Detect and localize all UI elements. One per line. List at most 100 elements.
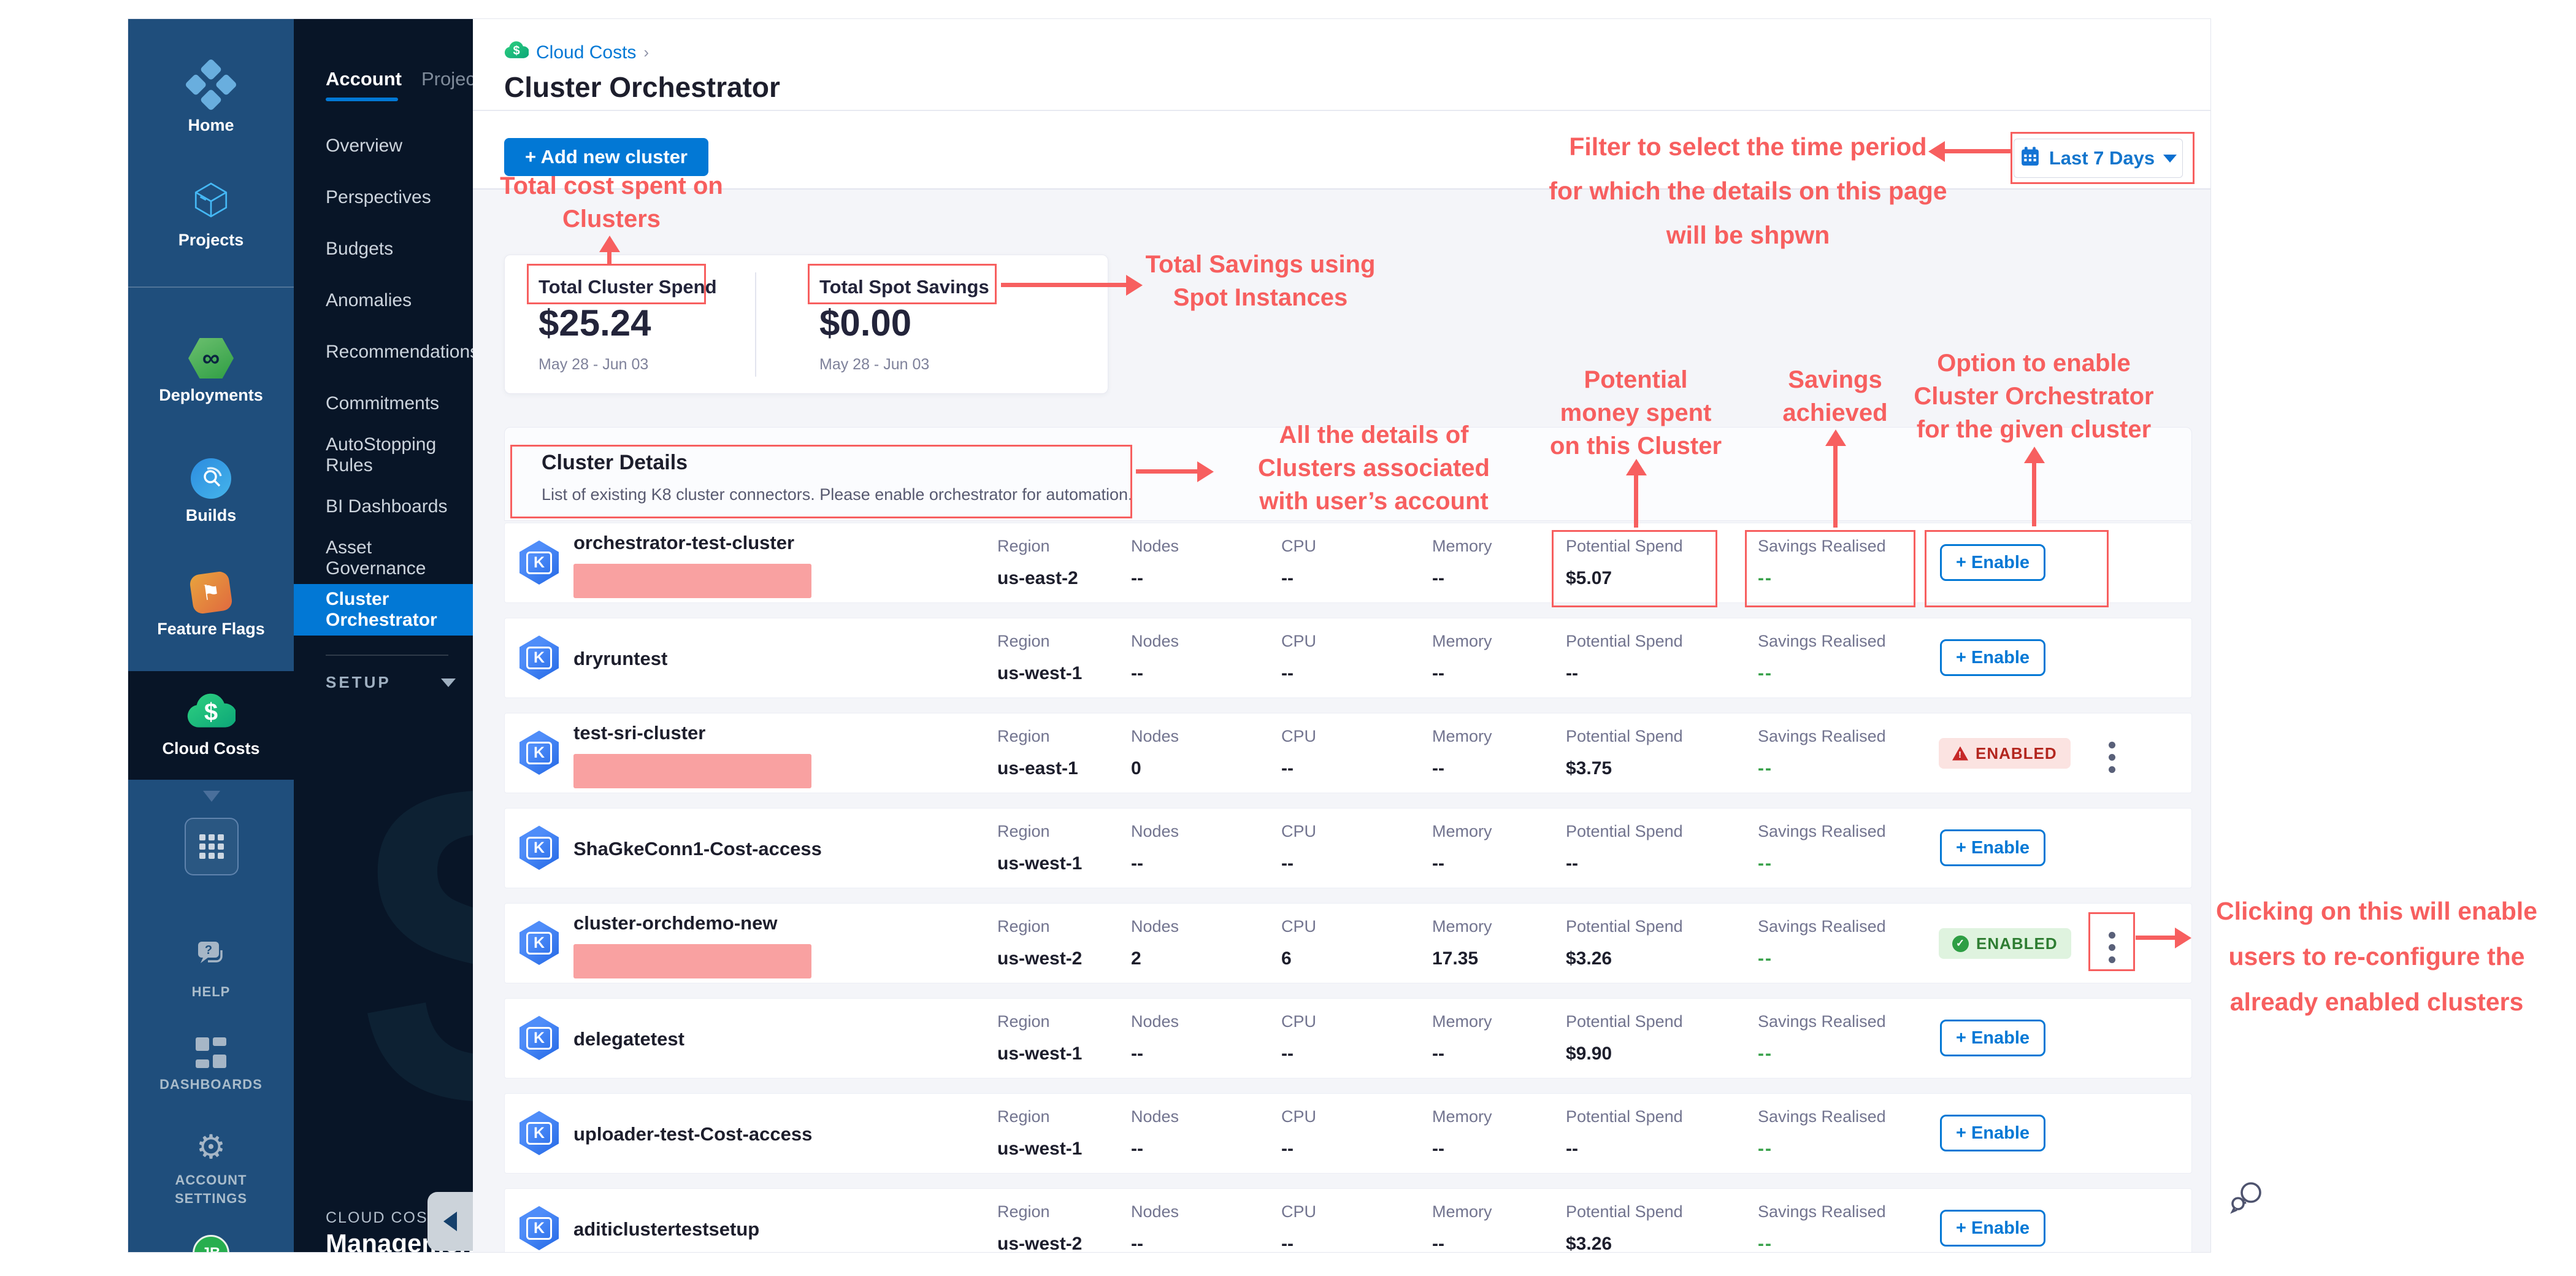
enable-button[interactable]: + Enable <box>1940 829 2045 866</box>
cluster-name: ShaGkeConn1-Cost-access <box>573 838 822 860</box>
total-spot-savings-value: $0.00 <box>819 302 911 344</box>
tab-account[interactable]: Account <box>326 68 402 90</box>
cell-value: 0 <box>1131 758 1179 779</box>
user-avatar[interactable]: JB <box>193 1235 229 1253</box>
panes-icon <box>196 1037 226 1068</box>
rail-chevron-down-icon[interactable] <box>203 791 220 802</box>
breadcrumb-link[interactable]: Cloud Costs <box>536 42 636 63</box>
sidebar-collapse-button[interactable] <box>427 1192 473 1251</box>
cell-potential-spend: Potential Spend$3.75 <box>1566 727 1683 779</box>
cell-value: -- <box>1432 1139 1492 1159</box>
nav-builds[interactable]: Builds <box>128 458 294 525</box>
sidebar-item-commitments[interactable]: Commitments <box>294 378 473 429</box>
cell-nodes: Nodes2 <box>1131 917 1179 969</box>
column-label: Memory <box>1432 917 1492 936</box>
cell-region: Regionus-west-1 <box>997 1012 1082 1064</box>
column-label: Savings Realised <box>1758 1202 1886 1221</box>
sidebar-item-asset-governance[interactable]: Asset Governance <box>294 532 473 584</box>
cell-value: us-east-1 <box>997 758 1078 779</box>
total-cluster-spend-period: May 28 - Jun 03 <box>539 356 648 374</box>
cell-value: -- <box>1758 1234 1886 1253</box>
cluster-name: aditiclustertestsetup <box>573 1218 759 1240</box>
cell-value: -- <box>1432 568 1492 589</box>
sidebar-item-perspectives[interactable]: Perspectives <box>294 172 473 223</box>
cell-potential-spend: Potential Spend-- <box>1566 632 1683 684</box>
sidebar-item-recommendations[interactable]: Recommendations <box>294 326 473 378</box>
nav-account-settings[interactable]: ⚙ ACCOUNT SETTINGS <box>128 1131 294 1208</box>
cell-value: -- <box>1432 758 1492 779</box>
column-label: CPU <box>1281 537 1316 556</box>
cell-value: -- <box>1758 568 1886 589</box>
nav-projects[interactable]: Projects <box>128 180 294 250</box>
nav-home[interactable]: Home <box>128 67 294 135</box>
cell-value: $3.75 <box>1566 758 1683 779</box>
cell-potential-spend: Potential Spend$9.90 <box>1566 1012 1683 1064</box>
svg-text:$: $ <box>204 699 218 726</box>
enable-button[interactable]: + Enable <box>1940 1115 2045 1151</box>
column-label: CPU <box>1281 632 1316 651</box>
sidebar-item-budgets[interactable]: Budgets <box>294 223 473 275</box>
enable-button[interactable]: + Enable <box>1940 1210 2045 1247</box>
cell-potential-spend: Potential Spend$3.26 <box>1566 917 1683 969</box>
column-label: Savings Realised <box>1758 822 1886 841</box>
column-label: Savings Realised <box>1758 917 1886 936</box>
toolbar: + Add new cluster Last 7 Days <box>473 112 2211 190</box>
nav-deployments[interactable]: ∞ Deployments <box>128 338 294 405</box>
cluster-name: cluster-orchdemo-new <box>573 912 777 934</box>
cell-value: $3.26 <box>1566 1234 1683 1253</box>
sidebar-item-cluster-orchestrator[interactable]: Cluster Orchestrator <box>294 584 473 636</box>
cell-value: -- <box>1758 663 1886 684</box>
column-label: Region <box>997 917 1082 936</box>
page-title: Cluster Orchestrator <box>504 71 780 104</box>
cluster-name: test-sri-cluster <box>573 722 705 744</box>
nav-help-label: HELP <box>192 983 231 1001</box>
nav-feature-flags[interactable]: ⚑ Feature Flags <box>128 573 294 639</box>
nav-dashboards[interactable]: DASHBOARDS <box>128 1037 294 1094</box>
cluster-table: K orchestrator-test-cluster + Enable !EN… <box>504 523 2192 1253</box>
module-picker-button[interactable] <box>185 818 239 875</box>
cluster-row: K ShaGkeConn1-Cost-access + Enable !ENAB… <box>504 808 2192 888</box>
cell-nodes: Nodes-- <box>1131 632 1179 684</box>
nav-help[interactable]: ? HELP <box>128 939 294 1001</box>
cell-memory: Memory-- <box>1432 632 1492 684</box>
sidebar-item-anomalies[interactable]: Anomalies <box>294 275 473 326</box>
cell-region: Regionus-west-1 <box>997 632 1082 684</box>
nav-account-settings-label: ACCOUNT SETTINGS <box>175 1171 247 1208</box>
cluster-row: K delegatetest + Enable !ENABLED ✓ENABLE… <box>504 998 2192 1078</box>
kubernetes-cluster-icon: K <box>519 921 559 965</box>
enable-button[interactable]: + Enable <box>1940 639 2045 676</box>
add-new-cluster-button[interactable]: + Add new cluster <box>504 138 708 176</box>
sidebar-item-autostopping-rules[interactable]: AutoStopping Rules <box>294 429 473 481</box>
sidebar-item-bi-dashboards[interactable]: BI Dashboards <box>294 481 473 532</box>
cloud-costs-sidebar: $ Account Project OverviewPerspectivesBu… <box>294 19 473 1252</box>
cell-value: -- <box>1281 1043 1316 1064</box>
tab-project[interactable]: Project <box>421 68 473 90</box>
annotation-reconfigure: Clicking on this will enableusers to re-… <box>2199 888 2555 1024</box>
column-label: Savings Realised <box>1758 727 1886 746</box>
sidebar-menu: OverviewPerspectivesBudgetsAnomaliesReco… <box>294 120 473 636</box>
sidebar-setup[interactable]: SETUP <box>326 673 456 692</box>
column-label: Potential Spend <box>1566 917 1683 936</box>
sidebar-footer-kicker: CLOUD COST <box>326 1209 439 1227</box>
kubernetes-cluster-icon: K <box>519 826 559 870</box>
cell-value: -- <box>1281 568 1316 589</box>
nav-cloud-costs[interactable]: $ Cloud Costs <box>128 671 294 780</box>
cell-value: -- <box>1131 663 1179 684</box>
column-label: CPU <box>1281 727 1316 746</box>
enabled-warning-badge: !ENABLED <box>1939 738 2071 769</box>
column-label: Memory <box>1432 537 1492 556</box>
date-range-filter[interactable]: Last 7 Days <box>2014 139 2183 178</box>
cell-value: -- <box>1758 758 1886 779</box>
column-label: Potential Spend <box>1566 1202 1683 1221</box>
chat-widget-button[interactable] <box>2228 1179 2267 1219</box>
enable-button[interactable]: + Enable <box>1940 1020 2045 1056</box>
caret-down-icon <box>2163 155 2177 163</box>
cell-value: -- <box>1131 1234 1179 1253</box>
enable-button[interactable]: + Enable <box>1940 544 2045 581</box>
cell-value: us-west-1 <box>997 663 1082 684</box>
kebab-menu-icon[interactable] <box>2106 929 2118 966</box>
cell-memory: Memory17.35 <box>1432 917 1492 969</box>
column-label: Memory <box>1432 727 1492 746</box>
sidebar-item-overview[interactable]: Overview <box>294 120 473 172</box>
kebab-menu-icon[interactable] <box>2106 739 2118 775</box>
